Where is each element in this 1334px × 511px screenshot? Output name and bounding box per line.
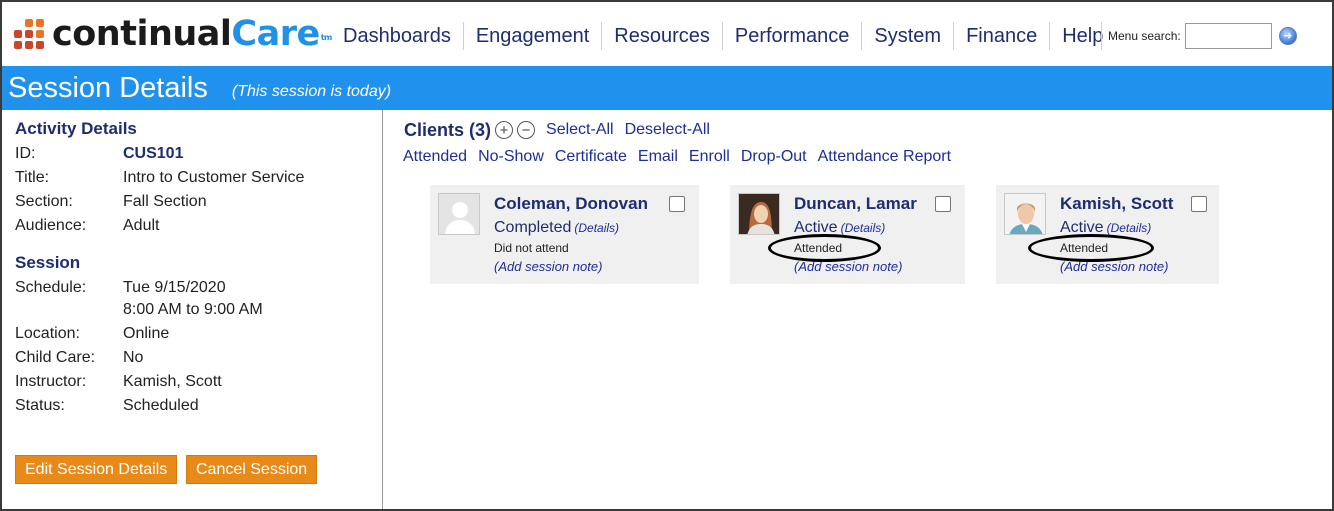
client-name-link[interactable]: Kamish, Scott [1060, 194, 1173, 214]
activity-title-row: Title: Intro to Customer Service [15, 169, 304, 187]
client-select-checkbox[interactable] [935, 196, 951, 212]
field-label: Status: [15, 397, 65, 414]
client-select-checkbox[interactable] [1191, 196, 1207, 212]
field-label: Title: [15, 169, 50, 186]
field-value: No [123, 349, 144, 366]
activity-id-value[interactable]: CUS101 [123, 145, 183, 163]
nav-finance[interactable]: Finance [954, 22, 1051, 50]
page-subtitle: (This session is today) [231, 83, 392, 100]
field-value: Adult [123, 217, 160, 234]
logo-wordmark: continualCaretm [52, 14, 332, 54]
nav-performance[interactable]: Performance [723, 22, 863, 50]
client-card: Kamish, Scott Active (Details) Attended (… [996, 185, 1219, 284]
details-link[interactable]: (Details) [574, 221, 619, 235]
location-row: Location: Online [15, 325, 169, 343]
clients-title: Clients (3) [404, 119, 492, 140]
client-name-link[interactable]: Coleman, Donovan [494, 194, 648, 214]
activity-details-heading: Activity Details [15, 119, 137, 138]
page-title: Session Details [8, 71, 208, 104]
highlight-oval [768, 234, 881, 262]
schedule-time: 8:00 AM to 9:00 AM [123, 301, 263, 318]
menu-search-label: Menu search: [1108, 29, 1181, 43]
nav-dashboards[interactable]: Dashboards [331, 22, 464, 50]
field-value: Fall Section [123, 193, 207, 210]
client-card: Duncan, Lamar Active (Details) Attended (… [730, 185, 965, 284]
nav-resources[interactable]: Resources [602, 22, 723, 50]
select-all-link[interactable]: Select-All [546, 121, 614, 139]
status-text: Completed [494, 219, 572, 236]
field-label: Schedule: [15, 279, 87, 296]
client-photo-avatar [738, 193, 780, 235]
main-nav: Dashboards Engagement Resources Performa… [331, 22, 1115, 50]
client-name-link[interactable]: Duncan, Lamar [794, 194, 917, 214]
session-heading: Session [15, 253, 81, 272]
activity-section-row: Section: Fall Section [15, 193, 207, 211]
action-attendance-report[interactable]: Attendance Report [818, 148, 951, 166]
expand-all-icon[interactable]: + [495, 121, 514, 139]
action-drop-out[interactable]: Drop-Out [741, 148, 807, 166]
session-info-panel: Activity Details ID: CUS101 Title: Intro… [2, 110, 383, 509]
continualcare-logo[interactable]: continualCaretm [14, 14, 332, 54]
cancel-session-button[interactable]: Cancel Session [186, 455, 318, 484]
deselect-all-link[interactable]: Deselect-All [625, 121, 710, 139]
add-session-note-link[interactable]: (Add session note) [494, 259, 602, 274]
highlight-oval [1028, 234, 1154, 262]
field-value: Scheduled [123, 397, 199, 414]
client-illustrated-avatar [1004, 193, 1046, 235]
action-certificate[interactable]: Certificate [555, 148, 627, 166]
activity-id-row: ID: CUS101 [15, 145, 183, 163]
action-attended[interactable]: Attended [403, 148, 467, 166]
activity-audience-row: Audience: Adult [15, 217, 159, 235]
edit-session-button[interactable]: Edit Session Details [15, 455, 178, 484]
action-email[interactable]: Email [638, 148, 678, 166]
child-care-row: Child Care: No [15, 349, 143, 367]
logo-grid-icon [14, 19, 44, 49]
menu-search-input[interactable] [1184, 23, 1272, 49]
collapse-all-icon[interactable]: − [517, 121, 536, 139]
field-label: Location: [15, 325, 80, 342]
schedule-row: Schedule: Tue 9/15/2020 [15, 279, 226, 297]
details-link[interactable]: (Details) [841, 221, 886, 235]
nav-system[interactable]: System [862, 22, 955, 50]
menu-search: Menu search: ➜ [1101, 22, 1297, 50]
field-label: Child Care: [15, 349, 96, 366]
field-value: Intro to Customer Service [123, 169, 305, 186]
nav-engagement[interactable]: Engagement [464, 22, 603, 50]
client-status: Completed (Details) [494, 219, 619, 237]
search-go-icon[interactable]: ➜ [1278, 27, 1297, 45]
page-title-bar: Session Details (This session is today) [2, 66, 1332, 110]
client-actions: Attended No-Show Certificate Email Enrol… [403, 148, 962, 166]
action-enroll[interactable]: Enroll [689, 148, 730, 166]
clients-header: Clients (3) + − Select-All Deselect-All [404, 118, 710, 142]
field-label: Audience: [15, 217, 87, 234]
instructor-row: Instructor: Kamish, Scott [15, 373, 222, 391]
details-link[interactable]: (Details) [1107, 221, 1152, 235]
attendance-text: Did not attend [494, 241, 569, 255]
field-value: Online [123, 325, 170, 342]
field-value: Kamish, Scott [123, 373, 222, 390]
client-select-checkbox[interactable] [669, 196, 685, 212]
field-label: ID: [15, 145, 36, 162]
schedule-date: Tue 9/15/2020 [123, 279, 226, 296]
placeholder-avatar-icon [438, 193, 480, 235]
field-label: Instructor: [15, 373, 87, 390]
schedule-time-row: 8:00 AM to 9:00 AM [15, 301, 263, 319]
top-header: continualCaretm Dashboards Engagement Re… [2, 2, 1332, 66]
client-card: Coleman, Donovan Completed (Details) Did … [430, 185, 699, 284]
action-no-show[interactable]: No-Show [478, 148, 544, 166]
status-row: Status: Scheduled [15, 397, 199, 415]
field-label: Section: [15, 193, 73, 210]
